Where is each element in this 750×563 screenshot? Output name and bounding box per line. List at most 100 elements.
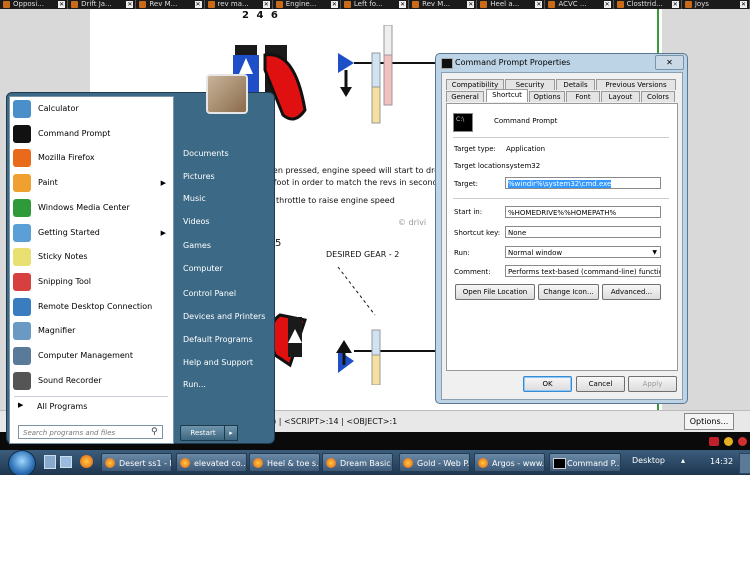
- close-icon[interactable]: ✕: [603, 1, 611, 8]
- taskbar-button[interactable]: Gold - Web P...: [399, 453, 470, 472]
- apply-button[interactable]: Apply: [628, 376, 677, 392]
- clock[interactable]: 14:32: [710, 457, 733, 466]
- start-in-field[interactable]: %HOMEDRIVE%%HOMEPATH%: [505, 206, 661, 218]
- start-menu-place[interactable]: Control Panel: [183, 289, 236, 298]
- start-menu-place[interactable]: Documents: [183, 149, 229, 158]
- start-menu-item[interactable]: Remote Desktop Connection: [9, 296, 172, 318]
- browser-tab[interactable]: Engine... ✕: [273, 0, 341, 9]
- remote-desktop-icon: [13, 297, 31, 316]
- start-menu-item[interactable]: Computer Management: [9, 345, 172, 367]
- dialog-tab[interactable]: Previous Versions: [596, 79, 676, 90]
- browser-tab[interactable]: Rev M... ✕: [136, 0, 205, 9]
- start-menu-item-label: Magnifier: [38, 326, 76, 336]
- start-menu-item[interactable]: Windows Media Center: [9, 197, 172, 219]
- browser-tab[interactable]: Heel a... ✕: [477, 0, 546, 9]
- taskbar-button-label: Dream Basic ...: [340, 459, 392, 468]
- run-label: Run:: [454, 249, 470, 257]
- dialog-tab[interactable]: Details: [556, 79, 595, 90]
- advanced-button[interactable]: Advanced...: [602, 284, 661, 300]
- show-desktop-icon[interactable]: [44, 455, 56, 469]
- start-menu-item[interactable]: Getting Started ▶: [9, 222, 172, 244]
- taskbar-button[interactable]: Command P...: [549, 453, 621, 472]
- search-input[interactable]: Search programs and files: [18, 425, 163, 439]
- dialog-tab[interactable]: Layout: [601, 91, 640, 102]
- browser-tab[interactable]: Opposi... ✕: [0, 0, 69, 9]
- change-icon-button[interactable]: Change Icon...: [538, 284, 599, 300]
- close-icon[interactable]: ✕: [739, 1, 747, 8]
- all-programs-button[interactable]: ▶ All Programs: [9, 398, 172, 416]
- start-menu-item[interactable]: Command Prompt: [9, 123, 172, 145]
- start-menu-place[interactable]: Help and Support: [183, 358, 253, 367]
- dialog-tab[interactable]: Options: [529, 91, 565, 102]
- ok-button[interactable]: OK: [523, 376, 572, 392]
- comment-field[interactable]: Performs text-based (command-line) funct…: [505, 265, 661, 277]
- start-menu-item[interactable]: Calculator: [9, 98, 172, 120]
- browser-tab[interactable]: Left fo... ✕: [341, 0, 410, 9]
- dialog-tab[interactable]: Font: [566, 91, 600, 102]
- restart-button[interactable]: Restart: [180, 425, 226, 441]
- taskbar-button[interactable]: Desert ss1 - F...: [101, 453, 172, 472]
- close-icon[interactable]: ✕: [655, 55, 684, 70]
- start-menu-item[interactable]: Paint ▶: [9, 172, 172, 194]
- dialog-tab[interactable]: Colors: [641, 91, 675, 102]
- close-icon[interactable]: ✕: [330, 1, 338, 8]
- getting-started-icon: [13, 223, 31, 242]
- taskbar-button[interactable]: Dream Basic ...: [322, 453, 393, 472]
- dialog-tab[interactable]: Shortcut: [486, 89, 528, 102]
- taskbar-button[interactable]: Argos - www...: [474, 453, 545, 472]
- start-menu-item[interactable]: Sound Recorder: [9, 370, 172, 392]
- close-icon[interactable]: ✕: [671, 1, 679, 8]
- browser-tab[interactable]: rev ma... ✕: [205, 0, 273, 9]
- start-menu-item-label: Computer Management: [38, 351, 134, 360]
- explorer-icon[interactable]: [60, 456, 72, 468]
- tray-chevron-icon[interactable]: ▴: [681, 456, 685, 465]
- user-avatar[interactable]: [206, 74, 248, 114]
- close-icon[interactable]: ✕: [58, 1, 66, 8]
- browser-tab[interactable]: Closttrid... ✕: [614, 0, 682, 9]
- start-menu-place[interactable]: Music: [183, 194, 206, 203]
- browser-tab[interactable]: ACVC ... ✕: [545, 0, 614, 9]
- start-menu-item[interactable]: Magnifier: [9, 320, 172, 342]
- close-icon[interactable]: ✕: [126, 1, 134, 8]
- shortcut-key-field[interactable]: None: [505, 226, 661, 238]
- start-menu-item[interactable]: Sticky Notes: [9, 246, 172, 268]
- dialog-tab[interactable]: General: [446, 91, 484, 102]
- adblock-icon[interactable]: [709, 437, 719, 446]
- close-icon[interactable]: ✕: [467, 1, 475, 8]
- firefox-quicklaunch-icon[interactable]: [80, 455, 93, 468]
- close-icon[interactable]: ✕: [262, 1, 270, 8]
- start-menu-place[interactable]: Games: [183, 241, 211, 250]
- tab-label: Engine...: [285, 0, 317, 8]
- addon-icon[interactable]: [738, 437, 747, 446]
- cancel-button[interactable]: Cancel: [576, 376, 625, 392]
- paragraph-line-2: t foot in order to match the revs in sec…: [268, 178, 446, 187]
- browser-tab[interactable]: Drift Ja... ✕: [68, 0, 137, 9]
- start-menu-place[interactable]: Computer: [183, 264, 223, 273]
- tab-favicon-icon: [616, 1, 624, 8]
- desktop-toolbar-label[interactable]: Desktop: [632, 456, 665, 465]
- browser-tab[interactable]: Rev M... ✕: [409, 0, 478, 9]
- close-icon[interactable]: ✕: [535, 1, 543, 8]
- start-menu-item[interactable]: Snipping Tool: [9, 271, 172, 293]
- show-desktop-button[interactable]: [739, 453, 750, 474]
- close-icon[interactable]: ✕: [399, 1, 407, 8]
- start-menu-place[interactable]: Pictures: [183, 172, 215, 181]
- start-menu-place[interactable]: Videos: [183, 217, 210, 226]
- options-button[interactable]: Options...: [684, 413, 734, 430]
- start-menu-place[interactable]: Run...: [183, 380, 206, 389]
- start-orb-icon[interactable]: [8, 450, 36, 477]
- open-file-location-button[interactable]: Open File Location: [455, 284, 535, 300]
- taskbar-button[interactable]: elevated co...: [176, 453, 247, 472]
- close-icon[interactable]: ✕: [194, 1, 202, 8]
- search-icon[interactable]: ⚲: [151, 427, 158, 437]
- power-options-arrow-icon[interactable]: ▸: [224, 425, 238, 441]
- run-select[interactable]: Normal window ▼: [505, 246, 661, 258]
- addon-icon[interactable]: [724, 437, 733, 446]
- start-menu-place[interactable]: Default Programs: [183, 335, 253, 344]
- browser-tab[interactable]: Joys ✕: [682, 0, 750, 9]
- up-arrow-icon: [336, 340, 352, 353]
- taskbar-button[interactable]: Heel & toe s...: [249, 453, 320, 472]
- start-menu-item[interactable]: Mozilla Firefox: [9, 147, 172, 169]
- start-menu-place[interactable]: Devices and Printers: [183, 312, 265, 321]
- target-field[interactable]: %windir%\system32\cmd.exe: [505, 177, 661, 189]
